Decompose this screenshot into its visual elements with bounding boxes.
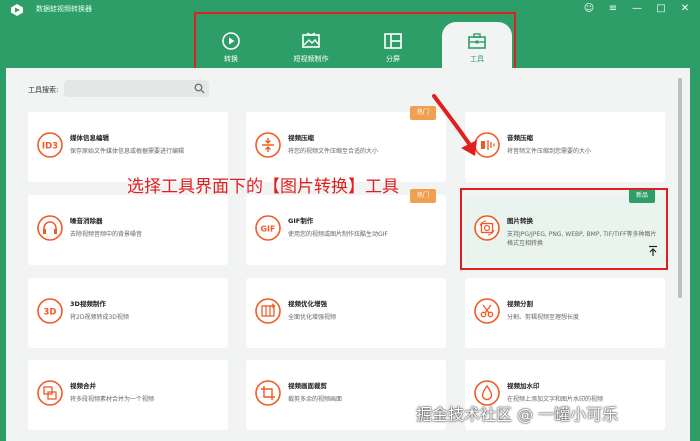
- card-desc: 全面优化增强视频: [288, 314, 337, 321]
- watermark-text: 掘金技术社区 @ 一罐小可乐: [416, 405, 619, 424]
- crop-icon: [255, 380, 281, 406]
- compress-icon: [255, 132, 281, 158]
- card-title: 视频分割: [507, 300, 533, 308]
- card-desc: 分割、剪辑视频至理想长度: [507, 314, 580, 321]
- search-input[interactable]: [64, 80, 209, 97]
- maximize-button[interactable]: □: [654, 2, 668, 16]
- tool-card-video-split[interactable]: 视频分割 分割、剪辑视频至理想长度: [465, 278, 665, 348]
- card-desc: 将音频文件压缩到您需要的大小: [507, 148, 592, 155]
- card-title: 视频画面裁剪: [288, 382, 327, 390]
- svg-text:ID3: ID3: [42, 142, 58, 152]
- feedback-icon[interactable]: ☺: [582, 2, 596, 16]
- annotation-text: 选择工具界面下的【图片转换】工具: [127, 177, 399, 197]
- tab-label: 工具: [470, 55, 484, 63]
- tool-card-noise-remover[interactable]: 噪音消除器 去除视频音频中的背景噪音: [28, 195, 228, 265]
- tab-split-screen[interactable]: 分屏: [358, 22, 428, 72]
- enhance-icon: [255, 298, 281, 324]
- image-frame-icon: [302, 32, 320, 48]
- card-desc: 保存原始文件媒体信息或根据需要进行编辑: [70, 148, 185, 155]
- tab-convert[interactable]: 转换: [196, 22, 266, 72]
- svg-text:3D: 3D: [44, 308, 57, 318]
- search-label: 工具搜索:: [28, 86, 59, 94]
- card-title: 视频优化增强: [288, 300, 327, 308]
- tab-label: 分屏: [386, 55, 400, 63]
- minimize-button[interactable]: —: [630, 2, 644, 16]
- card-title: 视频压缩: [288, 134, 314, 142]
- hot-badge: 热门: [409, 189, 436, 203]
- convert-icon: [222, 32, 240, 50]
- headphones-icon: [37, 215, 63, 241]
- tool-card-gif-maker[interactable]: 热门 GIF GIF制作 使用您的视频或图片制作炫酷生动GIF: [246, 189, 446, 265]
- split-screen-icon: [384, 33, 402, 49]
- tool-card-audio-compress[interactable]: 音频压缩 将音频文件压缩到您需要的大小: [465, 112, 665, 182]
- scrollbar[interactable]: [678, 78, 682, 298]
- menu-icon[interactable]: ≡: [606, 2, 620, 16]
- card-title: 3D视频制作: [70, 300, 106, 308]
- card-title: 媒体信息编辑: [70, 134, 109, 142]
- card-desc: 使用您的视频或图片制作炫酷生动GIF: [288, 231, 388, 238]
- annotation-arrow-icon: [432, 94, 477, 156]
- card-title: 音频压缩: [507, 134, 533, 142]
- card-desc: 将您的视频文件压缩至合适的大小: [288, 148, 379, 155]
- tool-card-video-merge[interactable]: 视频合并 将多段视频素材合并为一个视频: [28, 360, 228, 430]
- card-desc: 将2D视频转成3D视频: [70, 314, 129, 321]
- gif-icon: GIF: [255, 215, 281, 241]
- scissors-icon: [474, 298, 500, 324]
- id3-icon: ID3: [37, 132, 63, 158]
- card-desc: 去除视频音频中的背景噪音: [70, 231, 143, 238]
- close-button[interactable]: ✕: [678, 2, 692, 16]
- main-tabs: 转换 短视频制作 分屏 工具: [194, 12, 516, 72]
- tab-tools[interactable]: 工具: [442, 22, 512, 72]
- app-title: 数据蛙视频转换器: [36, 5, 92, 13]
- card-desc: 将多段视频素材合并为一个视频: [70, 396, 155, 403]
- highlight-frame: [460, 188, 668, 270]
- card-title: 视频合并: [70, 382, 96, 390]
- tab-short-video[interactable]: 短视频制作: [276, 22, 346, 72]
- tab-label: 转换: [224, 55, 238, 63]
- svg-text:GIF: GIF: [260, 225, 275, 234]
- card-title: GIF制作: [288, 217, 314, 225]
- toolbox-icon: [468, 33, 486, 49]
- 3d-icon: 3D: [37, 298, 63, 324]
- app-logo-icon: [11, 4, 23, 16]
- card-title: 视频加水印: [507, 382, 540, 390]
- tab-label: 短视频制作: [293, 55, 329, 63]
- search-icon[interactable]: [194, 83, 205, 94]
- tool-card-3d-video[interactable]: 3D 3D视频制作 将2D视频转成3D视频: [28, 278, 228, 348]
- tool-card-video-enhance[interactable]: 视频优化增强 全面优化增强视频: [246, 278, 446, 348]
- merge-icon: [37, 380, 63, 406]
- card-title: 噪音消除器: [70, 217, 103, 225]
